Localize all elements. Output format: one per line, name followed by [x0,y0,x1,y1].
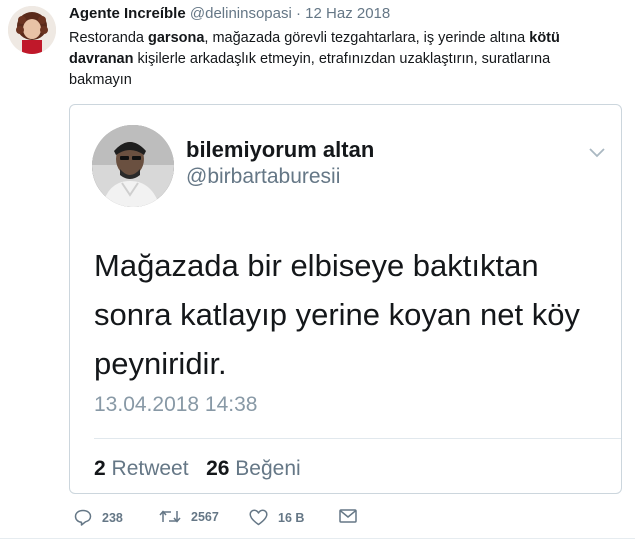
tweet-text-part: Restoranda [69,30,148,46]
tweet-header: Agente Increíble @delininsopasi · 12 Haz… [69,5,390,22]
retweet-button[interactable]: 2567 [159,509,219,524]
retweet-icon [159,510,181,523]
quoted-stats: 2 Retweet 26 Beğeni [94,457,301,481]
quoted-author-avatar[interactable] [92,125,174,207]
tweet-actions: 238 2567 16 B [69,509,609,531]
direct-message-button[interactable] [339,509,357,523]
heart-icon [249,509,268,526]
like-button[interactable]: 16 B [249,509,304,526]
quoted-timestamp[interactable]: 13.04.2018 14:38 [94,393,258,417]
tweet-text: Restoranda garsona, mağazada görevli tez… [69,28,609,91]
author-avatar[interactable] [8,6,56,54]
quoted-author-name[interactable]: bilemiyorum altan [186,137,374,163]
like-count: 26 [206,457,230,480]
like-label: Beğeni [235,457,301,480]
bottom-divider [0,538,635,539]
tweet-date[interactable]: 12 Haz 2018 [305,5,390,22]
reply-button[interactable]: 238 [74,509,123,526]
envelope-icon [339,509,357,523]
reply-icon [74,509,92,526]
retweet-action-count: 2567 [191,509,219,524]
like-stat[interactable]: 26 Beğeni [206,457,301,480]
quoted-author-handle[interactable]: @birbartaburesii [186,165,340,189]
tweet-text-part: kişilerle arkadaşlık etmeyin, etrafınızd… [69,51,551,88]
quoted-tweet-card[interactable]: bilemiyorum altan @birbartaburesii Mağaz… [69,104,622,494]
reply-count: 238 [102,510,123,525]
tweet-text-bold: garsona [148,30,205,46]
tweet-text-part: , mağazada görevli tezgahtarlara, iş yer… [204,30,530,46]
retweet-count: 2 [94,457,106,480]
author-name[interactable]: Agente Increíble [69,5,186,22]
chevron-down-icon[interactable] [589,145,605,158]
retweet-stat[interactable]: 2 Retweet [94,457,189,480]
like-action-count: 16 B [278,510,305,525]
retweet-label: Retweet [111,457,189,480]
separator-dot: · [296,5,301,22]
quoted-tweet-text: Mağazada bir elbiseye baktıktan sonra ka… [94,248,580,381]
divider [94,438,621,439]
author-handle[interactable]: @delininsopasi [190,5,292,22]
